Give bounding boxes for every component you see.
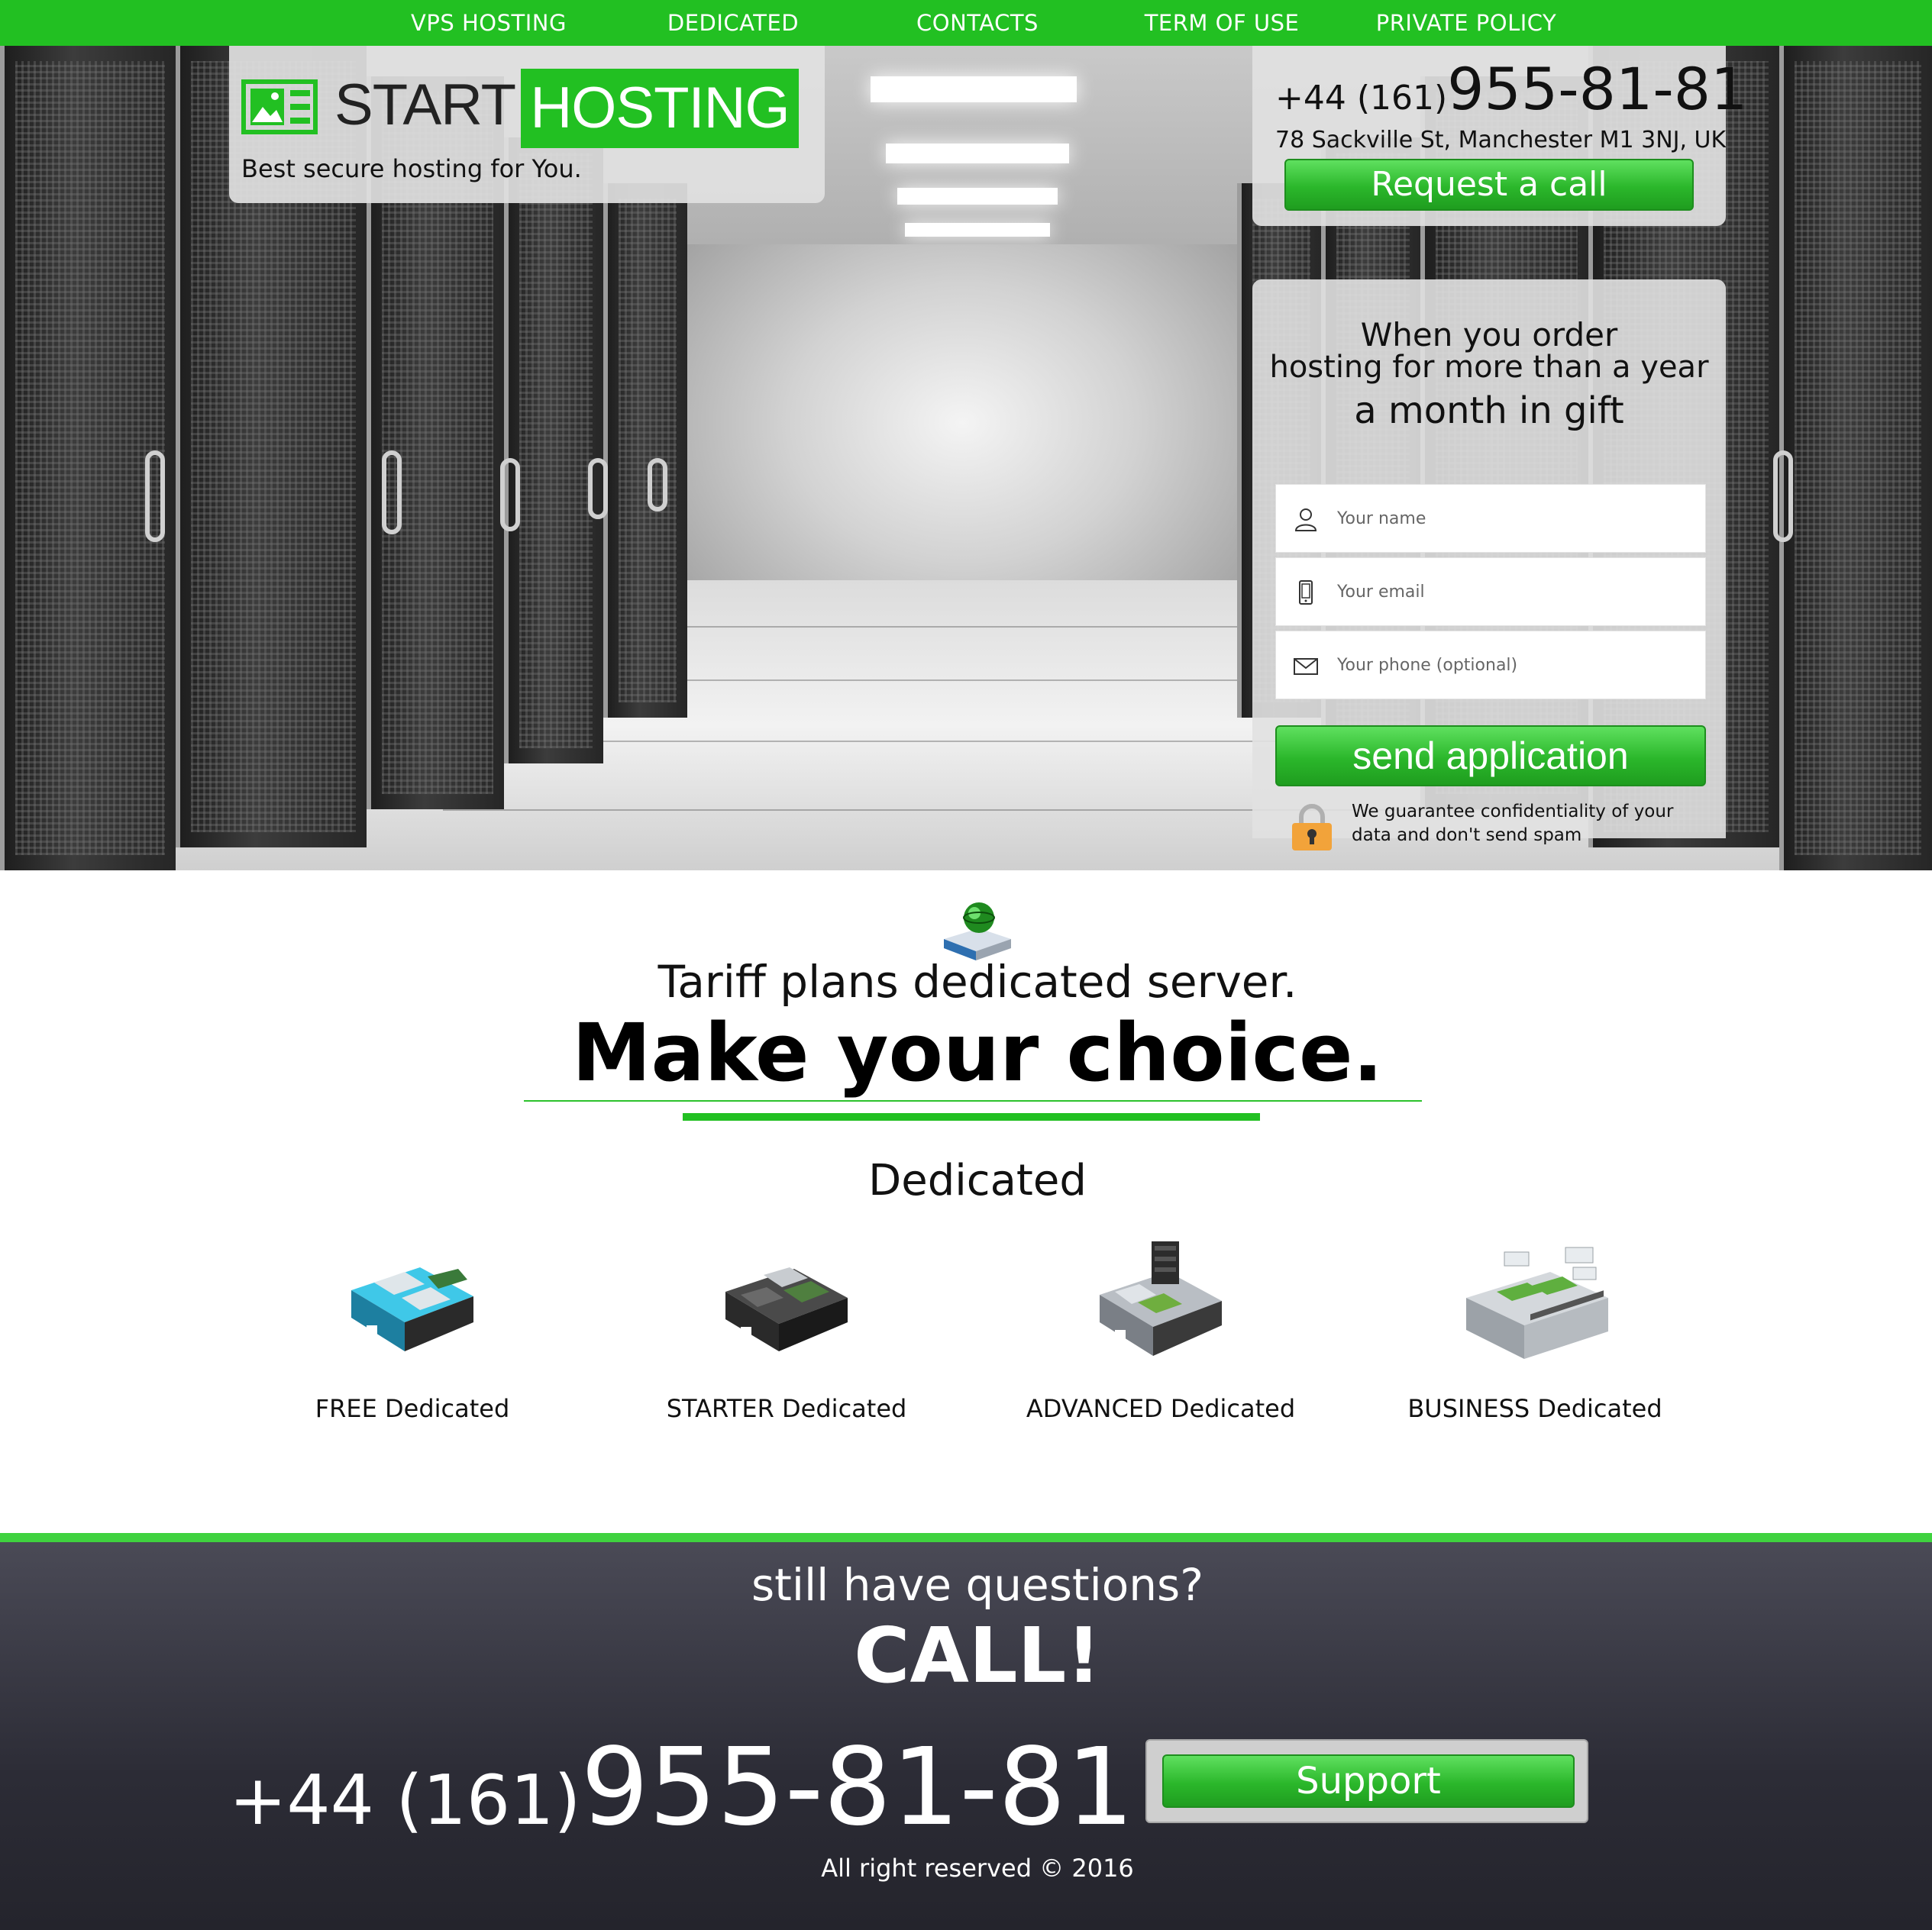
nav-item-vps-hosting[interactable]: VPS HOSTING	[382, 0, 596, 46]
request-call-button[interactable]: Request a call	[1284, 159, 1694, 211]
header-phone-number: 955-81-81	[1447, 55, 1748, 123]
support-button[interactable]: Support	[1162, 1754, 1575, 1808]
divider-thin	[524, 1100, 1422, 1102]
plan-free-dedicated[interactable]: FREE Dedicated	[260, 1237, 565, 1428]
plan-advanced-dedicated[interactable]: ADVANCED Dedicated	[1008, 1237, 1313, 1428]
plan-label: STARTER Dedicated	[666, 1394, 907, 1423]
plan-label: ADVANCED Dedicated	[1026, 1394, 1296, 1423]
floor-tile-line	[611, 679, 1313, 681]
server-blade-sata-icon	[1100, 1241, 1222, 1356]
phone-device-icon	[1299, 580, 1313, 605]
footer-call: CALL!	[854, 1611, 1101, 1700]
email-input[interactable]	[1337, 558, 1696, 625]
hero-section: START HOSTING Best secure hosting for Yo…	[0, 46, 1932, 870]
offer-line-1: When you order	[1360, 316, 1618, 353]
rack-handle	[382, 450, 402, 534]
floor-tile-line	[672, 626, 1252, 628]
footer-question: still have questions?	[751, 1559, 1204, 1611]
server-rack	[504, 137, 603, 763]
offer-line-2: hosting for more than a year	[1269, 350, 1709, 385]
tariff-title: Make your choice.	[571, 1006, 1384, 1099]
name-field	[1275, 484, 1706, 553]
footer-phone-number: 955-81-81	[580, 1725, 1135, 1850]
server-rack-unit-icon	[1466, 1247, 1608, 1359]
name-input[interactable]	[1337, 485, 1696, 552]
logo-hosting-text: HOSTING	[521, 69, 799, 148]
ceiling-light	[886, 144, 1069, 163]
rack-handle	[1773, 450, 1793, 542]
ceiling-light	[897, 188, 1058, 205]
logo-panel: START HOSTING Best secure hosting for Yo…	[229, 46, 825, 203]
plan-label: FREE Dedicated	[315, 1394, 510, 1423]
footer: still have questions? CALL! +44 (161)955…	[0, 1533, 1932, 1930]
order-form-panel: When you order hosting for more than a y…	[1252, 279, 1726, 850]
send-application-button[interactable]: send application	[1275, 725, 1706, 786]
ceiling-light	[871, 76, 1077, 102]
server-blade-blue-icon	[351, 1267, 473, 1351]
rack-handle	[145, 450, 165, 542]
server-blade-dark-icon	[725, 1267, 848, 1351]
plan-starter-dedicated[interactable]: STARTER Dedicated	[634, 1237, 939, 1428]
plan-business-dedicated[interactable]: BUSINESS Dedicated	[1382, 1237, 1688, 1428]
footer-phone-prefix: +44 (161)	[229, 1761, 581, 1841]
server-globe-icon	[944, 902, 1011, 960]
divider-thick	[683, 1113, 1260, 1121]
privacy-guarantee-text: We guarantee confidentiality of your dat…	[1352, 802, 1674, 845]
plan-label: BUSINESS Dedicated	[1407, 1394, 1662, 1423]
rack-handle	[500, 458, 520, 531]
ceiling-light	[905, 223, 1050, 237]
server-rack	[1779, 46, 1932, 870]
envelope-icon	[1294, 658, 1318, 675]
support-button-frame: Support	[1145, 1739, 1588, 1823]
email-field	[1275, 557, 1706, 626]
footer-phone[interactable]: +44 (161)955-81-81	[229, 1725, 1134, 1850]
lock-icon	[1292, 804, 1332, 850]
rack-handle	[588, 458, 608, 519]
header-phone[interactable]: +44 (161)955-81-81	[1275, 55, 1747, 123]
image-card-icon	[241, 79, 318, 134]
logo-start-text: START	[334, 73, 516, 137]
nav-item-private-policy[interactable]: PRIVATE POLICY	[1359, 0, 1573, 46]
phone-field	[1275, 631, 1706, 699]
rack-handle	[648, 458, 667, 512]
nav-item-dedicated[interactable]: DEDICATED	[626, 0, 840, 46]
top-nav: VPS HOSTING DEDICATED CONTACTS TERM OF U…	[0, 0, 1932, 46]
contact-panel: +44 (161)955-81-81 78 Sackville St, Manc…	[1252, 46, 1747, 226]
user-icon	[1294, 508, 1317, 531]
dedicated-heading: Dedicated	[868, 1156, 1087, 1205]
phone-input[interactable]	[1337, 631, 1696, 699]
header-phone-prefix: +44 (161)	[1275, 79, 1448, 118]
tariff-subtitle: Tariff plans dedicated server.	[657, 956, 1297, 1008]
nav-item-term-of-use[interactable]: TERM OF USE	[1115, 0, 1329, 46]
offer-line-3: a month in gift	[1354, 389, 1624, 432]
logo-tagline: Best secure hosting for You.	[241, 154, 582, 183]
server-rack	[603, 183, 687, 718]
copyright: All right reserved © 2016	[821, 1854, 1134, 1883]
header-address: 78 Sackville St, Manchester M1 3NJ, UK	[1275, 127, 1727, 153]
nav-item-contacts[interactable]: CONTACTS	[871, 0, 1084, 46]
